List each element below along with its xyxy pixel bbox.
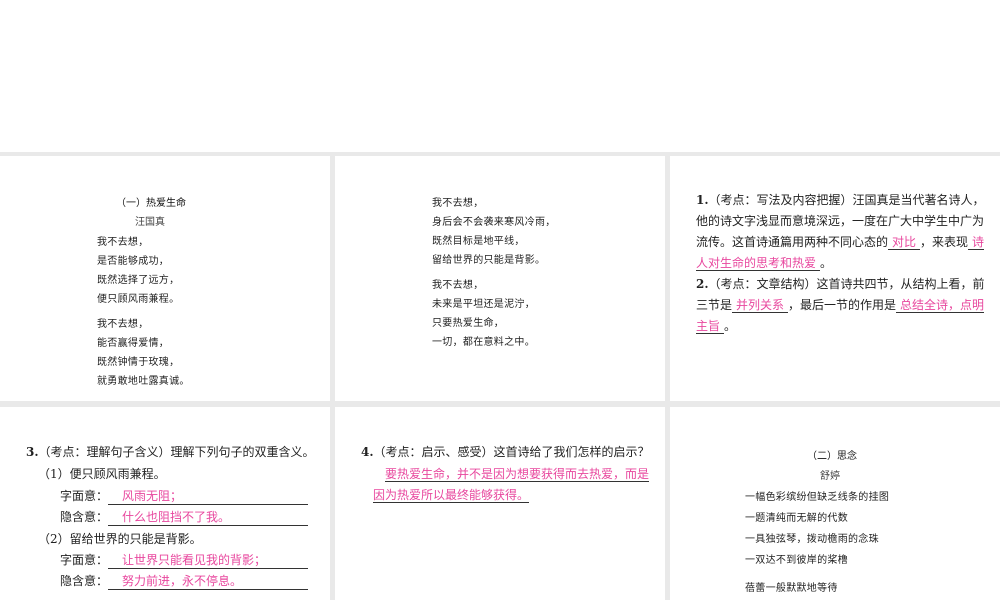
answer-text: 什么也阻挡不了我。: [108, 508, 309, 526]
answer-text: 风雨无阻；: [108, 487, 309, 505]
poem-line: 我不去想，: [432, 280, 484, 291]
question-3-sub1: （1）便只顾风雨兼程。: [38, 467, 166, 481]
answer-row: 字面意： 让世界只能看见我的背影；: [60, 551, 309, 569]
poem-line: 只要热爱生命，: [432, 318, 505, 329]
poem-line: 能否赢得爱情，: [97, 338, 170, 349]
questions-1-2-panel: 1.（考点：写法及内容把握）汪国真是当代著名诗人，他的诗文字浅显而意境深远，一度…: [670, 156, 1000, 401]
poem2-author: 舒婷: [820, 471, 840, 482]
poem1-title: （一）热爱生命: [116, 198, 186, 209]
poem-line: 一题清纯而无解的代数: [745, 513, 848, 524]
answer-row: 隐含意： 努力前进，永不停息。: [60, 572, 309, 590]
poem-line: 一具独弦琴，拨动檐雨的念珠: [745, 534, 879, 545]
poem-line: 就勇敢地吐露真诚。: [97, 376, 190, 387]
poem-line: 我不去想，: [97, 237, 149, 248]
poem-line: 我不去想，: [432, 198, 484, 209]
answer-row: 隐含意： 什么也阻挡不了我。: [60, 508, 309, 526]
poem1-panel: （一）热爱生命 汪国真 我不去想， 是否能够成功， 既然选择了远方， 便只顾风雨…: [0, 156, 330, 401]
poem2-panel: （二）思念 舒婷 一幅色彩缤纷但缺乏线条的挂图 一题清纯而无解的代数 一具独弦琴…: [670, 407, 1000, 600]
poem-line: 既然目标是地平线，: [432, 236, 525, 247]
poem-line: 一双达不到彼岸的桨橹: [745, 555, 848, 566]
question-1: 1.（考点：写法及内容把握）汪国真是当代著名诗人，他的诗文字浅显而意境深远，一度…: [696, 193, 985, 271]
question-4-answer: 要热爱生命，并不是因为想要获得而去热爱，而是因为热爱所以最终能够获得。: [373, 464, 651, 506]
poem-line: 身后会不会袭来寒风冷雨，: [432, 217, 556, 228]
question-3-panel: 3.（考点：理解句子含义）理解下列句子的双重含义。 （1）便只顾风雨兼程。 字面…: [0, 407, 330, 600]
question-3-stem: 3.（考点：理解句子含义）理解下列句子的双重含义。: [26, 445, 315, 459]
poem-line: 便只顾风雨兼程。: [97, 294, 180, 305]
question-4-panel: 4.（考点：启示、感受）这首诗给了我们怎样的启示？ 要热爱生命，并不是因为想要获…: [335, 407, 665, 600]
question-3-sub2: （2）留给世界的只能是背影。: [38, 532, 202, 546]
answer-text: 要热爱生命，并不是因为想要获得而去热爱，而是因为热爱所以最终能够获得。: [373, 467, 650, 503]
poem-line: 既然选择了远方，: [97, 275, 180, 286]
poem-line: 蓓蕾一般默默地等待: [745, 583, 838, 594]
poem1-continued-panel: 我不去想， 身后会不会袭来寒风冷雨， 既然目标是地平线， 留给世界的只能是背影。…: [335, 156, 665, 401]
answer-text: 并列关系: [732, 298, 789, 313]
answer-row: 字面意： 风雨无阻；: [60, 487, 309, 505]
poem-line: 一切，都在意料之中。: [432, 337, 535, 348]
poem-line: 留给世界的只能是背影。: [432, 255, 546, 266]
poem-line: 一幅色彩缤纷但缺乏线条的挂图: [745, 492, 890, 503]
question-2: 2.（考点：文章结构）这首诗共四节，从结构上看，前三节是 并列关系 ，最后一节的作用…: [696, 277, 985, 334]
poem-line: 是否能够成功，: [97, 256, 170, 267]
answer-text: 努力前进，永不停息。: [108, 572, 309, 590]
top-blank-area: [0, 0, 1000, 152]
poem2-title: （二）思念: [807, 451, 857, 462]
question-4-stem: 4.（考点：启示、感受）这首诗给了我们怎样的启示？: [361, 445, 650, 459]
poem-line: 我不去想，: [97, 319, 149, 330]
answer-text: 对比: [888, 235, 921, 250]
poem1-author: 汪国真: [135, 217, 165, 228]
poem-line: 未来是平坦还是泥泞，: [432, 299, 535, 310]
poem-line: 既然钟情于玫瑰，: [97, 357, 180, 368]
answer-text: 让世界只能看见我的背影；: [108, 551, 309, 569]
